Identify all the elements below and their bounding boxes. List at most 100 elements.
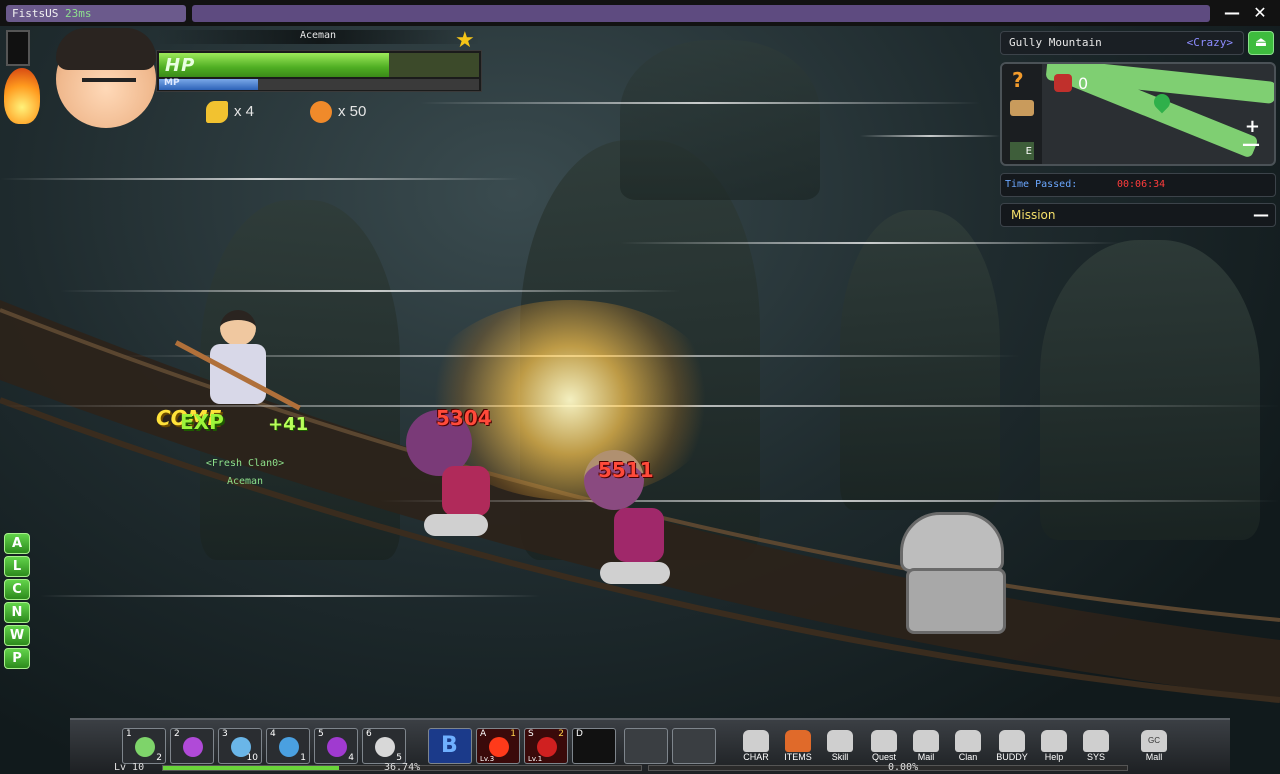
fire-buff-icon [4, 68, 40, 124]
shortcut-w-button[interactable]: W [4, 625, 30, 646]
berry-icon [327, 737, 347, 757]
app-name: FistsUS [12, 7, 59, 20]
hotkey-count: 1 [300, 753, 306, 763]
player-name-tag: Aceman [226, 476, 264, 487]
exp-gain-value: +41 [268, 414, 309, 435]
zoom-out-button[interactable]: — [1242, 134, 1260, 155]
skill-b-slot[interactable]: B [428, 728, 472, 764]
book-icon[interactable] [1010, 100, 1034, 116]
quest-icon[interactable]: ? [1012, 68, 1024, 92]
close-button[interactable]: ✕ [1250, 3, 1270, 23]
player-name: Aceman [156, 30, 480, 44]
hotkey-key: 5 [318, 729, 324, 739]
shortcut-c-button[interactable]: C [4, 579, 30, 600]
hotkey-slot-2[interactable]: 2 [170, 728, 214, 764]
window-title-bar: FistsUS 23ms — ✕ [0, 0, 1280, 26]
minimap-toggle-button[interactable]: ⏏ [1248, 31, 1274, 55]
empty-slot[interactable] [624, 728, 668, 764]
time-passed-panel: Time Passed: 00:06:34 [1000, 173, 1276, 197]
skill-icon [827, 730, 853, 752]
player-character[interactable] [174, 310, 301, 420]
char-menu-button[interactable]: CHAR [736, 728, 776, 768]
skill-s-slot[interactable]: S Lv.1 2 [524, 728, 568, 764]
resource-a: x 4 [206, 100, 254, 124]
enemy-body [442, 466, 490, 516]
items-menu-button[interactable]: ITEMS [778, 728, 818, 768]
sys-icon [1083, 730, 1109, 752]
minimap[interactable]: ? E 0 + — [1000, 62, 1276, 166]
flame-skill-icon [537, 737, 557, 757]
player-head [220, 310, 256, 346]
bowl-icon [279, 737, 299, 757]
monster-count: 0 [1078, 74, 1089, 93]
clan-menu-button[interactable]: Clan [948, 728, 988, 768]
hotkey-count: 2 [156, 753, 162, 763]
speed-line [420, 102, 980, 104]
hotkey-slot-5[interactable]: 5 4 [314, 728, 358, 764]
skill-a-level: Lv.3 [480, 755, 495, 763]
hotkey-slot-4[interactable]: 4 1 [266, 728, 310, 764]
enemy-body [614, 508, 664, 562]
hotkey-slot-3[interactable]: 3 10 [218, 728, 262, 764]
menu-label: Skill [831, 752, 849, 762]
time-passed-value: 00:06:34 [1117, 179, 1166, 190]
enemy-feet [424, 514, 488, 536]
resource-a-count: x 4 [234, 103, 255, 120]
menu-label: Help [1044, 752, 1064, 762]
skill-b-label: B [441, 733, 458, 758]
menu-label: BUDDY [996, 752, 1028, 762]
hotkey-key: 4 [270, 729, 276, 739]
speed-line [380, 500, 1280, 502]
shortcut-a-button[interactable]: A [4, 533, 30, 554]
char-icon [743, 730, 769, 752]
banana-icon [206, 101, 228, 124]
hotkey-key: A [480, 729, 487, 739]
exp-percent: 36.74% [384, 762, 421, 773]
hotkey-key: 3 [222, 729, 228, 739]
shortcut-l-button[interactable]: L [4, 556, 30, 577]
trophy-icon [310, 101, 332, 124]
mall-menu-button[interactable]: GC Mall [1134, 728, 1174, 768]
mission-panel[interactable]: Mission — [1000, 203, 1276, 227]
skill-menu-button[interactable]: Skill [820, 728, 860, 768]
speed-line [860, 135, 1000, 137]
skill-a-slot[interactable]: A Lv.3 1 [476, 728, 520, 764]
mission-collapse-button[interactable]: — [1253, 204, 1269, 226]
stone-chest-monster[interactable] [880, 512, 1020, 636]
minimize-button[interactable]: — [1222, 3, 1242, 23]
menu-label: Clan [958, 752, 978, 762]
map-difficulty: <Crazy> [1186, 36, 1233, 49]
hotkey-key: 2 [174, 729, 180, 739]
skill-s-level: Lv.1 [528, 755, 543, 763]
shortcut-n-button[interactable]: N [4, 602, 30, 623]
avatar-hair [56, 28, 156, 70]
buddy-menu-button[interactable]: BUDDY [992, 728, 1032, 768]
shortcut-column: A L C N W P [4, 533, 34, 671]
player-clan-tag: <Fresh Clan0> [205, 458, 285, 469]
time-passed-label: Time Passed: [1005, 179, 1078, 190]
star-icon: ★ [455, 28, 475, 53]
potion-icon [375, 737, 395, 757]
player-portrait[interactable] [4, 28, 164, 132]
mp-label: MP [164, 78, 180, 88]
mp-bar: MP [159, 78, 479, 90]
sys-menu-button[interactable]: SYS [1076, 728, 1116, 768]
menu-label: CHAR [743, 752, 769, 762]
items-icon [785, 730, 811, 752]
exit-key-icon[interactable]: E [1010, 142, 1034, 160]
mall-icon: GC [1141, 730, 1167, 752]
shortcut-p-button[interactable]: P [4, 648, 30, 669]
menu-label: Mail [917, 752, 935, 762]
damage-number: 5511 [598, 458, 654, 482]
empty-slot[interactable] [672, 728, 716, 764]
hotkey-slot-1[interactable]: 1 2 [122, 728, 166, 764]
skill-d-slot[interactable]: D [572, 728, 616, 764]
hotkey-key: 1 [126, 729, 132, 739]
mission-label: Mission [1011, 208, 1056, 222]
chest-base [906, 568, 1006, 634]
hotkey-key: D [576, 729, 583, 739]
spark-icon [183, 737, 203, 757]
help-menu-button[interactable]: Help [1034, 728, 1074, 768]
hotkey-slot-6[interactable]: 6 5 [362, 728, 406, 764]
skill-a-count: 1 [510, 729, 516, 739]
